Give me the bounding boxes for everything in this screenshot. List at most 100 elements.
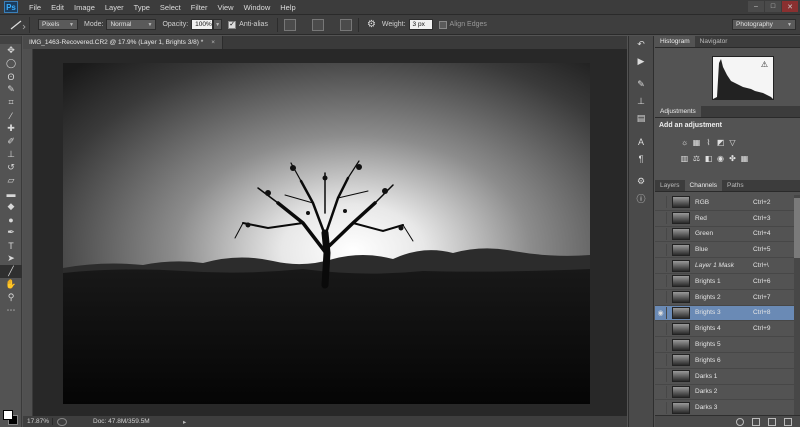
panel-grip[interactable]: [0, 36, 21, 44]
visibility-eye-icon[interactable]: [655, 196, 667, 209]
warning-icon[interactable]: ⚠: [761, 60, 768, 69]
channel-row[interactable]: Darks 2: [655, 384, 800, 401]
tool-preset-picker[interactable]: [4, 16, 30, 33]
color-lookup-icon[interactable]: ▦: [740, 154, 749, 163]
hue-saturation-icon[interactable]: ▥: [680, 154, 689, 163]
actions-icon[interactable]: ▶: [629, 53, 653, 70]
weight-input[interactable]: 3 px: [408, 19, 433, 30]
menu-filter[interactable]: Filter: [186, 3, 213, 12]
marquee-tool-icon[interactable]: ◯: [0, 57, 22, 70]
extra-tools-icon[interactable]: ⋯: [0, 304, 22, 317]
info-icon[interactable]: ⓘ: [629, 190, 653, 207]
gear-icon[interactable]: ⚙: [367, 19, 376, 30]
character-icon[interactable]: A: [629, 133, 653, 150]
eraser-tool-icon[interactable]: ▱: [0, 174, 22, 187]
visibility-eye-icon[interactable]: [655, 385, 667, 398]
menu-select[interactable]: Select: [155, 3, 186, 12]
paragraph-icon[interactable]: ¶: [629, 150, 653, 167]
line-tool-icon[interactable]: ╱: [0, 265, 22, 278]
new-channel-icon[interactable]: [768, 417, 776, 426]
pen-tool-icon[interactable]: ✒: [0, 226, 22, 239]
hand-tool-icon[interactable]: ✋: [0, 278, 22, 291]
foreground-color-swatch[interactable]: [3, 410, 13, 420]
brush-tool-icon[interactable]: ✐: [0, 135, 22, 148]
brightness-contrast-icon[interactable]: ☼: [680, 138, 689, 147]
levels-icon[interactable]: ▦: [692, 138, 701, 147]
menu-layer[interactable]: Layer: [100, 3, 129, 12]
status-info-icon[interactable]: [57, 417, 67, 426]
opacity-dropdown[interactable]: ▼: [213, 19, 223, 30]
menu-edit[interactable]: Edit: [46, 3, 69, 12]
visibility-eye-icon[interactable]: [655, 322, 667, 335]
visibility-eye-icon[interactable]: [655, 259, 667, 272]
zoom-tool-icon[interactable]: ⚲: [0, 291, 22, 304]
visibility-eye-icon[interactable]: [655, 212, 667, 225]
antialias-checkbox[interactable]: ✓: [228, 20, 237, 29]
path-alignment-icon[interactable]: [311, 18, 324, 31]
visibility-eye-icon[interactable]: [655, 370, 667, 383]
channel-row[interactable]: Green Ctrl+4: [655, 226, 800, 243]
path-arrangement-icon[interactable]: [339, 18, 352, 31]
channel-row[interactable]: Darks 1: [655, 368, 800, 385]
tab-channels[interactable]: Channels: [684, 180, 722, 191]
menu-image[interactable]: Image: [69, 3, 100, 12]
menu-file[interactable]: File: [24, 3, 46, 12]
gradient-tool-icon[interactable]: ▬: [0, 187, 22, 200]
channel-row[interactable]: ◉ Brights 3 Ctrl+8: [655, 305, 800, 322]
visibility-eye-icon[interactable]: [655, 227, 667, 240]
visibility-eye-icon[interactable]: [655, 275, 667, 288]
document-tab[interactable]: IMG_1463-Recovered.CR2 @ 17.9% (Layer 1,…: [23, 36, 223, 49]
clone-stamp-tool-icon[interactable]: ⊥: [0, 148, 22, 161]
channel-row[interactable]: Blue Ctrl+5: [655, 242, 800, 259]
vibrance-icon[interactable]: ▽: [728, 138, 737, 147]
visibility-eye-icon[interactable]: [655, 401, 667, 414]
canvas-image[interactable]: [63, 63, 590, 404]
visibility-eye-icon[interactable]: [655, 291, 667, 304]
close-tab-icon[interactable]: ×: [211, 39, 215, 46]
status-menu-arrow-icon[interactable]: ▸: [183, 418, 186, 426]
menu-window[interactable]: Window: [239, 3, 276, 12]
move-tool-icon[interactable]: ✥: [0, 44, 22, 57]
menu-type[interactable]: Type: [129, 3, 155, 12]
visibility-eye-icon[interactable]: [655, 354, 667, 367]
channel-row[interactable]: Brights 6: [655, 352, 800, 369]
curves-icon[interactable]: ⌇: [704, 138, 713, 147]
channel-row[interactable]: Red Ctrl+3: [655, 210, 800, 227]
tool-presets-icon[interactable]: ▤: [629, 110, 653, 127]
lasso-tool-icon[interactable]: ʘ: [0, 70, 22, 83]
dodge-tool-icon[interactable]: ●: [0, 213, 22, 226]
tab-navigator[interactable]: Navigator: [695, 36, 733, 47]
quick-select-tool-icon[interactable]: ✎: [0, 83, 22, 96]
menu-help[interactable]: Help: [275, 3, 300, 12]
tab-layers[interactable]: Layers: [655, 180, 685, 191]
black-white-icon[interactable]: ◧: [704, 154, 713, 163]
tab-paths[interactable]: Paths: [722, 180, 749, 191]
properties-icon[interactable]: ⚙: [629, 173, 653, 190]
channel-row[interactable]: Brights 5: [655, 337, 800, 353]
close-button[interactable]: ✕: [782, 1, 798, 12]
save-selection-icon[interactable]: [752, 417, 760, 426]
tab-histogram[interactable]: Histogram: [655, 36, 695, 47]
channel-row[interactable]: Darks 3: [655, 400, 800, 415]
zoom-level[interactable]: 17.87%: [23, 418, 53, 425]
channel-row[interactable]: Brights 4 Ctrl+9: [655, 321, 800, 338]
scrollbar-thumb[interactable]: [794, 198, 800, 258]
path-operations-icon[interactable]: [283, 18, 296, 31]
visibility-eye-icon[interactable]: ◉: [655, 306, 667, 319]
tab-adjustments[interactable]: Adjustments: [655, 106, 701, 117]
workspace-select[interactable]: Photography ▼: [732, 19, 796, 30]
photo-filter-icon[interactable]: ◉: [716, 154, 725, 163]
shape-mode-select[interactable]: Pixels ▼: [38, 19, 78, 30]
history-icon[interactable]: ↶: [629, 36, 653, 53]
delete-channel-icon[interactable]: [784, 417, 792, 426]
mode-select[interactable]: Normal ▼: [106, 19, 157, 30]
crop-tool-icon[interactable]: ⌗: [0, 96, 22, 109]
exposure-icon[interactable]: ◩: [716, 138, 725, 147]
channel-row[interactable]: Layer 1 Mask Ctrl+\: [655, 258, 800, 274]
clone-source-icon[interactable]: ⊥: [629, 93, 653, 110]
type-tool-icon[interactable]: T: [0, 239, 22, 252]
color-balance-icon[interactable]: ⚖: [692, 154, 701, 163]
menu-view[interactable]: View: [212, 3, 238, 12]
opacity-input[interactable]: 100%: [191, 19, 214, 30]
maximize-button[interactable]: □: [765, 1, 781, 12]
